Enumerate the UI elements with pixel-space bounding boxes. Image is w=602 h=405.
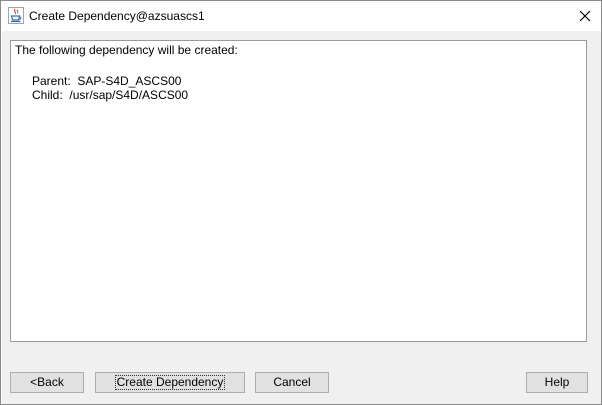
dialog-content: The following dependency will be created… [2, 31, 601, 404]
parent-value: SAP-S4D_ASCS00 [77, 74, 182, 88]
dialog-window: Create Dependency@azsuascs1 The followin… [0, 0, 602, 405]
back-button[interactable]: <Back [10, 372, 84, 393]
create-dependency-button[interactable]: Create Dependency [95, 372, 245, 393]
close-icon [579, 10, 591, 22]
title-bar[interactable]: Create Dependency@azsuascs1 [1, 1, 601, 31]
java-cup-icon [8, 7, 24, 24]
child-value: /usr/sap/S4D/ASCS00 [69, 88, 189, 102]
create-dependency-label: Create Dependency [114, 375, 226, 390]
window-title: Create Dependency@azsuascs1 [29, 9, 205, 23]
parent-row: Parent: SAP-S4D_ASCS00 [32, 74, 181, 88]
cancel-button[interactable]: Cancel [255, 372, 329, 393]
help-button[interactable]: Help [526, 372, 588, 393]
message-panel[interactable]: The following dependency will be created… [10, 40, 587, 342]
close-button[interactable] [569, 1, 601, 31]
intro-text: The following dependency will be created… [15, 43, 238, 57]
child-row: Child: /usr/sap/S4D/ASCS00 [32, 88, 188, 102]
child-label: Child: [32, 88, 63, 102]
parent-label: Parent: [32, 74, 71, 88]
